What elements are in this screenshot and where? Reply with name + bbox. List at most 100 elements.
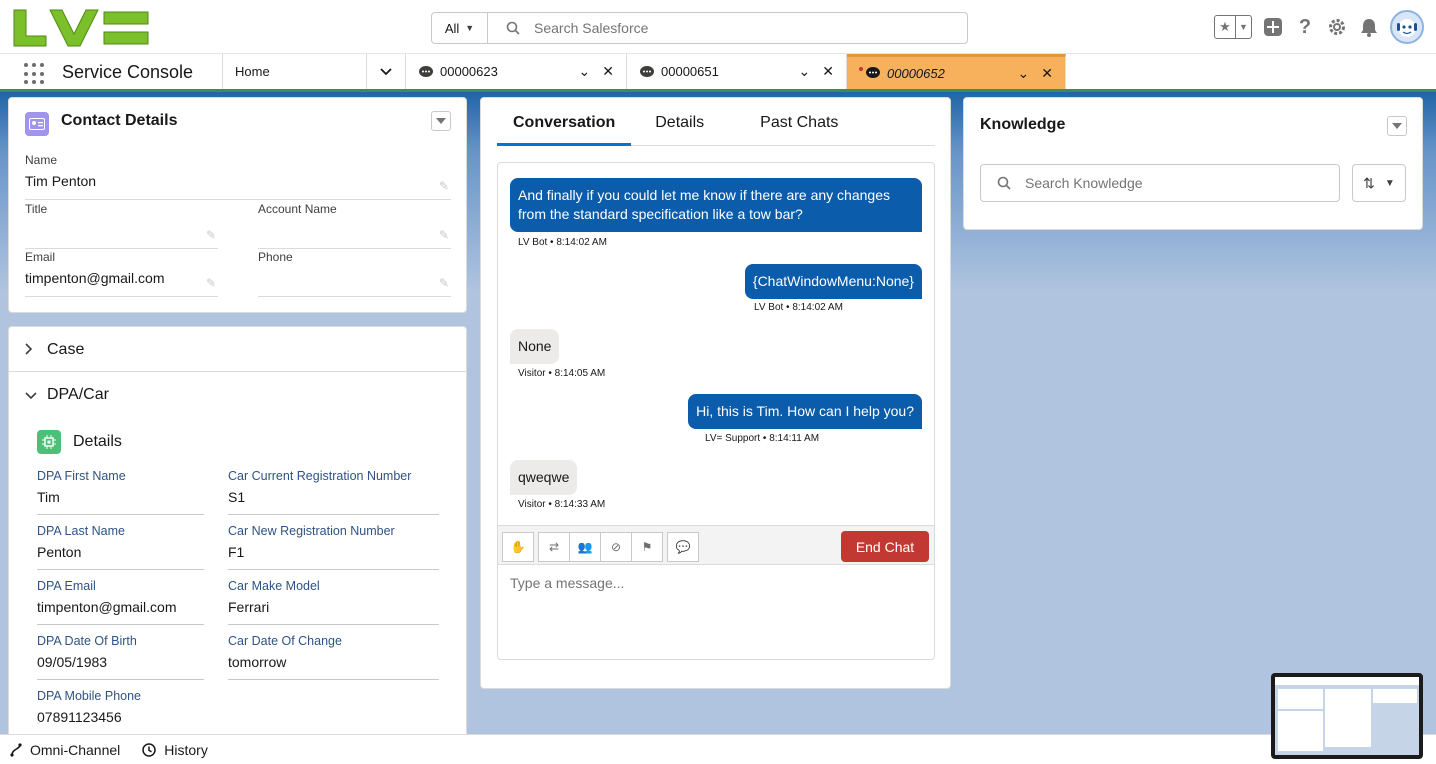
case-section-label: Case xyxy=(47,341,85,358)
message-meta: LV Bot • 8:14:02 AM xyxy=(518,237,607,248)
message-input[interactable]: Type a message... xyxy=(510,575,624,591)
edit-pencil-icon[interactable]: ✎ xyxy=(206,228,216,242)
close-icon[interactable]: ✕ xyxy=(822,63,834,80)
end-user-icon[interactable]: ⊘ xyxy=(600,532,632,562)
omni-channel-label: Omni-Channel xyxy=(30,741,121,758)
edit-pencil-icon[interactable]: ✎ xyxy=(206,276,216,290)
help-icon[interactable]: ? xyxy=(1294,16,1316,38)
transfer-icon[interactable]: ⇄ xyxy=(538,532,570,562)
field-label: DPA Date Of Birth xyxy=(37,634,137,648)
name-field: Name Tim Penton ✎ xyxy=(25,153,451,200)
field-value: timpenton@gmail.com xyxy=(37,599,177,615)
phone-label: Phone xyxy=(258,250,293,264)
lv-logo[interactable] xyxy=(12,8,152,48)
tab-case-00000651[interactable]: 00000651 ⌄ ✕ xyxy=(627,54,847,89)
global-search: All ▼ Search Salesforce xyxy=(431,12,968,44)
phone-value xyxy=(258,270,451,290)
console-navigation: Service Console Home 00000623 ⌄ ✕ 0000065… xyxy=(0,54,1436,92)
field-value: F1 xyxy=(228,544,245,560)
card-menu-button[interactable] xyxy=(431,111,451,131)
search-input[interactable]: Search Salesforce xyxy=(488,13,967,43)
message-meta: LV= Support • 8:14:11 AM xyxy=(705,433,820,444)
edit-pencil-icon[interactable]: ✎ xyxy=(439,276,449,290)
car-make-model-field: Car Make Model Ferrari xyxy=(228,579,439,625)
tab-conversation[interactable]: Conversation xyxy=(497,108,632,146)
bell-icon[interactable] xyxy=(1358,16,1380,38)
message-meta: Visitor • 8:14:05 AM xyxy=(518,368,606,379)
chevron-down-icon[interactable]: ⌄ xyxy=(1018,65,1030,82)
title-label: Title xyxy=(25,202,48,216)
star-icon: ★ xyxy=(1219,19,1231,34)
chevron-right-icon xyxy=(25,342,37,358)
gear-icon[interactable] xyxy=(1326,16,1348,38)
dpa-last-name-field: DPA Last Name Penton xyxy=(37,524,204,570)
raise-flag-hand-icon[interactable]: ✋ xyxy=(502,532,534,562)
field-label: DPA Mobile Phone xyxy=(37,689,141,703)
global-header: All ▼ Search Salesforce ★ ▼ ? xyxy=(0,0,1436,54)
edit-pencil-icon[interactable]: ✎ xyxy=(439,228,449,242)
chat-transcript: And finally if you could let me know if … xyxy=(497,162,935,660)
chat-icon xyxy=(419,65,433,77)
history-label: History xyxy=(164,741,208,758)
screen-preview-thumbnail[interactable] xyxy=(1271,673,1423,759)
edit-pencil-icon[interactable]: ✎ xyxy=(439,179,449,193)
email-field: Email timpenton@gmail.com ✎ xyxy=(25,250,218,297)
history-button[interactable]: History xyxy=(142,742,208,758)
global-actions-icon[interactable] xyxy=(1262,16,1284,38)
quick-text-icon[interactable]: 💬 xyxy=(667,532,699,562)
field-value: Ferrari xyxy=(228,599,270,615)
conference-icon[interactable]: 👥 xyxy=(569,532,601,562)
chevron-down-icon[interactable]: ⌄ xyxy=(579,63,591,80)
chevron-down-icon: ▼ xyxy=(1384,177,1395,189)
flag-icon[interactable]: ⚑ xyxy=(631,532,663,562)
tab-case-00000652[interactable]: 00000652 ⌄ ✕ xyxy=(847,54,1066,89)
field-label: Car Current Registration Number xyxy=(228,469,412,483)
close-icon[interactable]: ✕ xyxy=(602,63,614,80)
tab-past-chats[interactable]: Past Chats xyxy=(724,108,854,146)
phone-field: Phone ✎ xyxy=(258,250,451,297)
tab-label: 00000623 xyxy=(440,64,498,79)
field-label: Car New Registration Number xyxy=(228,524,395,538)
dpa-email-field: DPA Email timpenton@gmail.com xyxy=(37,579,204,625)
field-value: tomorrow xyxy=(228,654,287,670)
account-name-value xyxy=(258,222,451,242)
chat-message-incoming: qweqwe xyxy=(510,460,578,495)
car-new-reg-field: Car New Registration Number F1 xyxy=(228,524,439,570)
omni-channel-button[interactable]: Omni-Channel xyxy=(10,742,120,758)
chevron-down-icon[interactable]: ⌄ xyxy=(799,63,811,80)
dpa-dob-field: DPA Date Of Birth 09/05/1983 xyxy=(37,634,204,680)
knowledge-search-placeholder: Search Knowledge xyxy=(1025,175,1143,191)
omni-channel-icon xyxy=(10,742,22,757)
nav-menu-button[interactable] xyxy=(366,54,406,89)
app-name: Service Console xyxy=(62,62,194,82)
case-section-toggle[interactable]: Case xyxy=(25,341,84,359)
favorites-button[interactable]: ★ ▼ xyxy=(1214,15,1252,39)
dpa-first-name-field: DPA First Name Tim xyxy=(37,469,204,515)
message-meta: Visitor • 8:14:33 AM xyxy=(518,499,606,510)
sort-button[interactable]: ⇅ ▼ xyxy=(1352,164,1406,202)
record-sections-card: Case DPA/Car Details DPA First Name Tim … xyxy=(8,326,467,736)
field-label: DPA Email xyxy=(37,579,96,593)
title-field: Title ✎ xyxy=(25,202,218,249)
tab-case-00000623[interactable]: 00000623 ⌄ ✕ xyxy=(406,54,627,89)
knowledge-search-input[interactable]: Search Knowledge xyxy=(980,164,1340,202)
user-avatar[interactable] xyxy=(1390,10,1424,44)
search-scope-select[interactable]: All ▼ xyxy=(432,13,488,43)
title-value xyxy=(25,222,218,242)
tab-details[interactable]: Details xyxy=(631,108,724,146)
field-value: 09/05/1983 xyxy=(37,654,108,670)
dpa-section-label: DPA/Car xyxy=(47,386,109,403)
chat-message-incoming: None xyxy=(510,329,560,364)
chat-icon xyxy=(866,67,880,78)
dpa-section-toggle[interactable]: DPA/Car xyxy=(25,386,109,404)
end-chat-button[interactable]: End Chat xyxy=(841,531,929,562)
chevron-down-icon: ▼ xyxy=(465,23,475,33)
card-menu-button[interactable] xyxy=(1387,116,1407,136)
field-label: DPA Last Name xyxy=(37,524,126,538)
tab-home[interactable]: Home xyxy=(222,54,366,89)
contact-details-card: Contact Details Name Tim Penton ✎ Title … xyxy=(8,97,467,313)
field-value: Tim xyxy=(37,489,60,505)
app-launcher-icon[interactable] xyxy=(24,63,46,85)
email-link[interactable]: timpenton@gmail.com xyxy=(25,270,218,290)
close-icon[interactable]: ✕ xyxy=(1041,65,1053,82)
